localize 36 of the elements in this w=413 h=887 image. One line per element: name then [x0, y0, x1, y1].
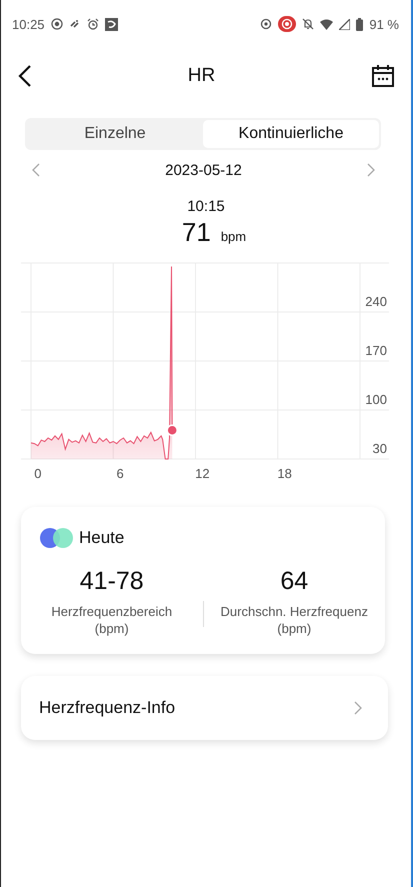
y-tick-label: 240 [365, 294, 387, 309]
battery-level: 91 % [369, 16, 399, 32]
app-icon [104, 18, 118, 30]
calendar-button[interactable] [370, 64, 395, 88]
record-icon [50, 18, 63, 30]
stat-label: Herzfrequenzbereich (bpm) [50, 604, 174, 638]
stat-value: 64 [280, 567, 308, 596]
signal-icon [339, 18, 350, 30]
battery-icon [356, 18, 364, 30]
location-icon [260, 18, 272, 30]
wifi-icon [320, 18, 334, 30]
chevron-right-icon [354, 700, 362, 715]
reading-time: 10:15 [186, 198, 226, 215]
card-title: Heute [79, 528, 124, 548]
stat-value: 41-78 [80, 567, 144, 596]
unit-label: bpm [220, 229, 246, 244]
date-label: 2023-05-12 [165, 162, 242, 178]
alarm-icon [86, 18, 99, 30]
x-tick-label: 6 [116, 466, 124, 481]
tab[interactable]: Einzelne [27, 120, 203, 148]
y-tick-label: 30 [372, 441, 387, 456]
status-time: 10:25 [12, 16, 45, 32]
y-tick-label: 100 [365, 392, 387, 407]
x-tick-label: 18 [277, 466, 292, 481]
record-icon [278, 16, 296, 32]
tab[interactable]: Kontinuierliche [203, 120, 379, 148]
back-button[interactable] [18, 64, 32, 88]
y-tick-label: 170 [365, 343, 387, 358]
x-tick-label: 0 [34, 466, 42, 481]
bell-off-icon [302, 18, 314, 30]
page-title: HR [188, 65, 216, 87]
overlapping-circles-icon [39, 527, 75, 549]
stat-label: Durchschn. Herzfrequenz (bpm) [220, 604, 369, 638]
x-tick-label: 12 [195, 466, 210, 481]
info-row[interactable]: Herzfrequenz-Info [21, 676, 388, 740]
heart-rate-value: 71 [182, 217, 211, 248]
